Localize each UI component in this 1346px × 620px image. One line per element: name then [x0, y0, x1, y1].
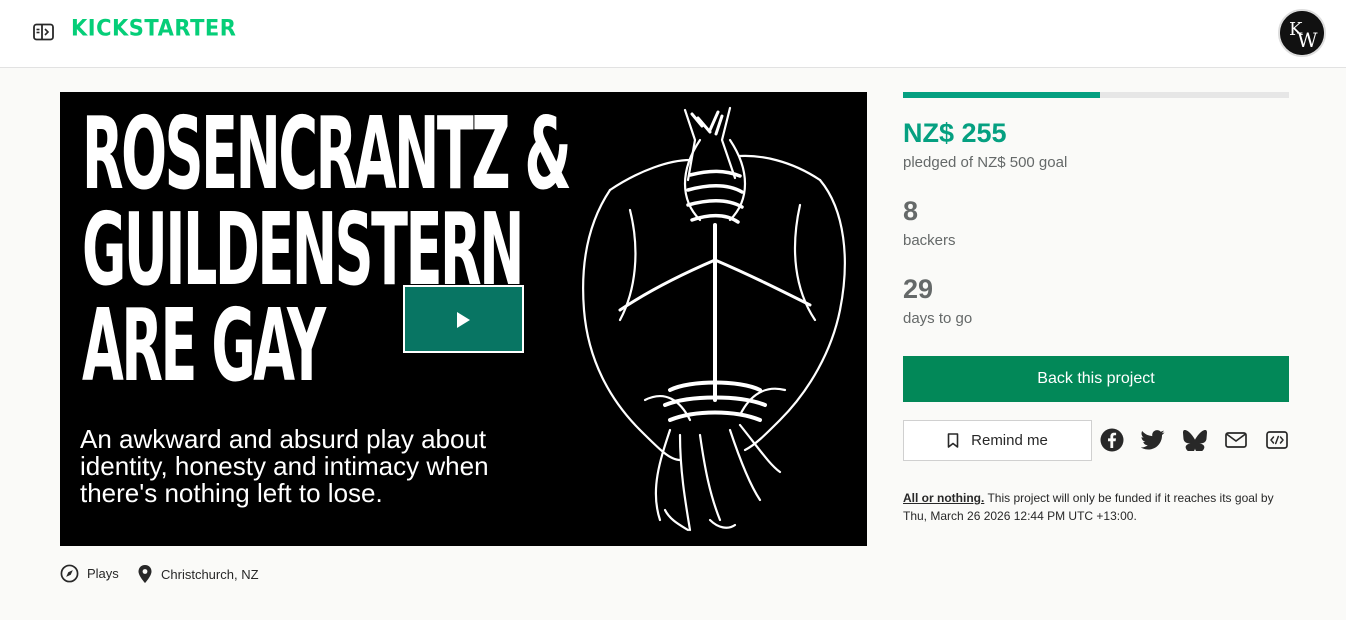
bound-figure-illustration [582, 106, 846, 532]
kickstarter-logo[interactable]: KICKSTARTER [71, 15, 236, 40]
category-label: Plays [87, 566, 119, 581]
all-or-nothing-link[interactable]: All or nothing. [903, 491, 984, 505]
embed-icon[interactable] [1265, 428, 1289, 452]
play-icon [457, 312, 470, 328]
category-link[interactable]: Plays [60, 564, 119, 583]
bluesky-icon[interactable] [1183, 428, 1207, 452]
poster-title-line: ROSENCRANTZ & [82, 95, 572, 212]
email-icon[interactable] [1224, 428, 1248, 452]
project-video[interactable]: ROSENCRANTZ & GUILDENSTERN ARE GAY An aw… [60, 92, 867, 546]
all-or-nothing-notice: All or nothing. This project will only b… [903, 489, 1293, 525]
pledged-goal-label: pledged of NZ$ 500 goal [903, 154, 1068, 171]
location-link[interactable]: Christchurch, NZ [137, 564, 259, 584]
poster-subtitle-line: An awkward and absurd play about [80, 424, 487, 454]
user-avatar[interactable]: K W [1278, 9, 1326, 57]
days-remaining: 29 [903, 274, 934, 304]
poster-subtitle-line: there's nothing left to lose. [80, 478, 383, 508]
funding-progress-bar [903, 92, 1289, 98]
backers-label: backers [903, 232, 956, 249]
backers-count: 8 [903, 196, 919, 226]
poster-subtitle: An awkward and absurd play about identit… [80, 426, 540, 507]
compass-icon [60, 564, 79, 583]
funding-progress-fill [903, 92, 1100, 98]
map-pin-icon [138, 565, 152, 583]
top-navigation-bar: KICKSTARTER K W [0, 0, 1346, 68]
pledged-amount: NZ$ 255 [903, 118, 1007, 148]
remind-me-button[interactable]: Remind me [903, 420, 1092, 461]
remind-me-label: Remind me [971, 432, 1048, 449]
avatar-initial-w: W [1297, 28, 1318, 52]
poster-subtitle-line: identity, honesty and intimacy when [80, 451, 489, 481]
bookmark-icon [947, 433, 959, 448]
twitter-icon[interactable] [1141, 428, 1165, 452]
location-label: Christchurch, NZ [161, 566, 259, 582]
back-this-project-button[interactable]: Back this project [903, 356, 1289, 402]
facebook-icon[interactable] [1100, 428, 1124, 452]
poster-title-line: GUILDENSTERN [82, 191, 524, 308]
days-remaining-label: days to go [903, 310, 973, 327]
play-video-button[interactable] [403, 285, 524, 353]
sidebar-toggle-icon[interactable] [33, 23, 54, 41]
